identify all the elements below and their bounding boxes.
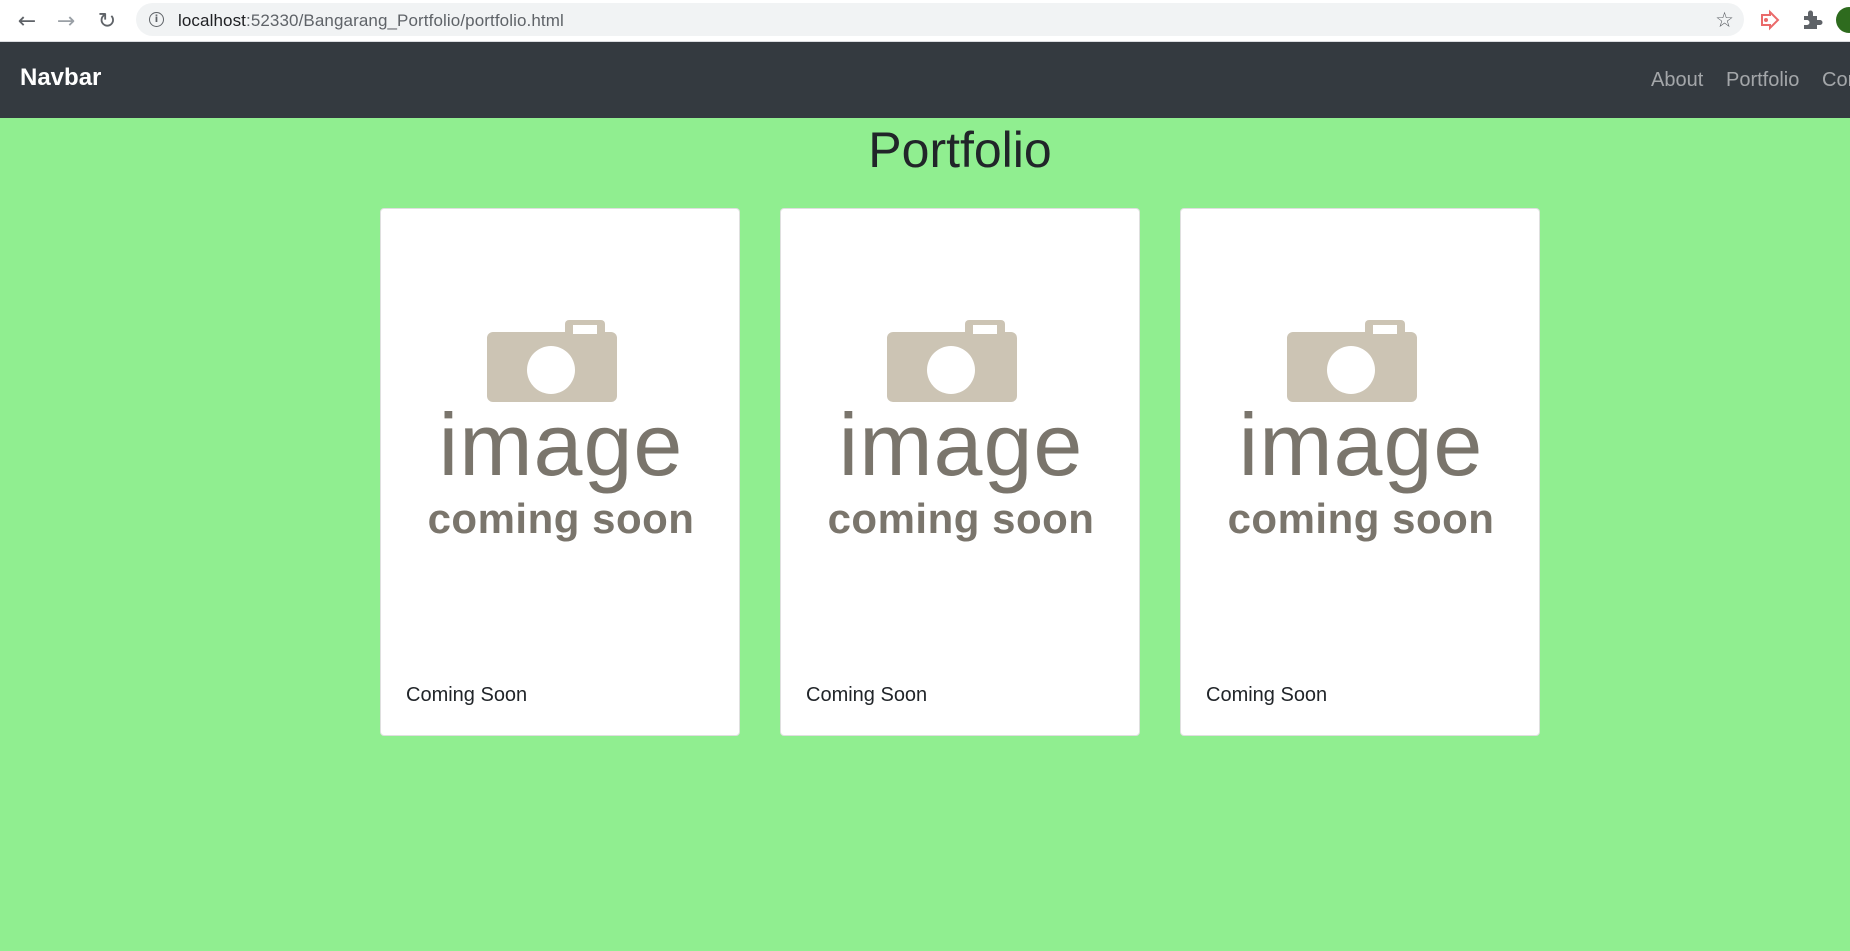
address-bar[interactable]: i localhost:52330/Bangarang_Portfolio/po…: [136, 3, 1744, 36]
profile-avatar[interactable]: [1836, 7, 1850, 33]
portfolio-card: image coming soon Coming Soon: [780, 208, 1140, 736]
camera-icon: [887, 320, 1017, 402]
navbar-brand[interactable]: Navbar: [20, 64, 101, 92]
camera-icon: [487, 320, 617, 402]
nav-link-contact[interactable]: Contact: [1822, 69, 1850, 92]
placeholder-word-image: image: [1238, 395, 1484, 494]
browser-toolbar: ← → ↻ i localhost:52330/Bangarang_Portfo…: [0, 0, 1850, 42]
bookmark-star-icon[interactable]: ☆: [1715, 8, 1734, 32]
nav-link-portfolio[interactable]: Portfolio: [1726, 69, 1799, 92]
placeholder-image: image coming soon: [1181, 209, 1539, 664]
reload-icon[interactable]: ↻: [92, 6, 122, 36]
url-host: localhost: [178, 11, 246, 30]
portfolio-card: image coming soon Coming Soon: [1180, 208, 1540, 736]
card-caption: Coming Soon: [1206, 684, 1328, 706]
placeholder-image: image coming soon: [381, 209, 739, 664]
forward-arrow-icon[interactable]: →: [51, 6, 81, 36]
site-info-icon[interactable]: i: [149, 12, 164, 27]
placeholder-word-coming-soon: coming soon: [427, 495, 695, 542]
nav-link-about[interactable]: About: [1651, 69, 1703, 92]
placeholder-word-image: image: [838, 395, 1084, 494]
extension-icon[interactable]: [1760, 9, 1784, 31]
back-arrow-icon[interactable]: ←: [12, 6, 42, 36]
portfolio-card: image coming soon Coming Soon: [380, 208, 740, 736]
card-caption: Coming Soon: [406, 684, 528, 706]
placeholder-word-coming-soon: coming soon: [827, 495, 1095, 542]
puzzle-extensions-icon[interactable]: [1800, 8, 1824, 32]
placeholder-image: image coming soon: [781, 209, 1139, 664]
camera-icon: [1287, 320, 1417, 402]
placeholder-word-coming-soon: coming soon: [1227, 495, 1495, 542]
card-caption: Coming Soon: [806, 684, 928, 706]
placeholder-word-image: image: [438, 395, 684, 494]
site-navbar: Navbar About Portfolio Contact: [0, 42, 1850, 118]
url-path: :52330/Bangarang_Portfolio/portfolio.htm…: [246, 11, 564, 30]
url-text[interactable]: localhost:52330/Bangarang_Portfolio/port…: [178, 11, 564, 31]
page-title: Portfolio: [868, 122, 1052, 178]
